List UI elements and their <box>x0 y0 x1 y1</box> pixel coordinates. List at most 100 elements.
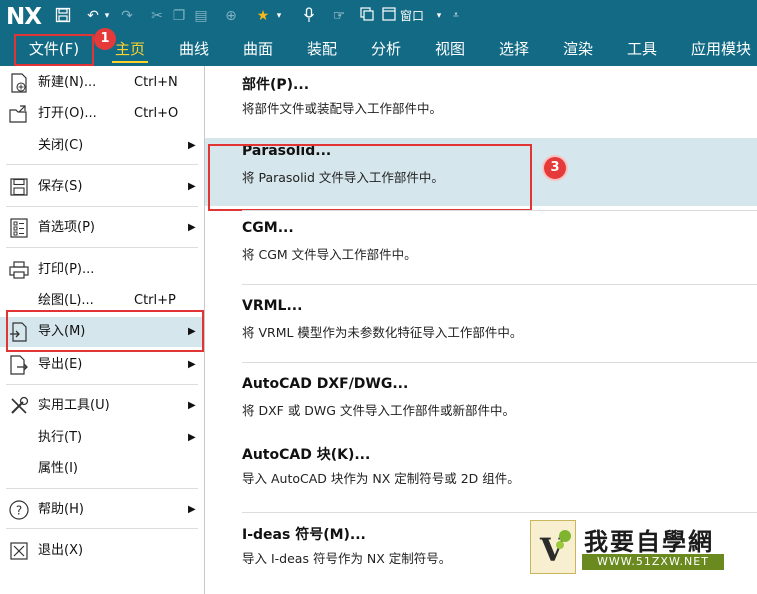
star-dropdown-icon[interactable]: ▾ <box>274 7 284 25</box>
open-folder-icon <box>8 103 30 125</box>
menu-item-print[interactable]: 打印(P)... <box>0 255 204 285</box>
menu-item-label: 帮助(H) <box>38 502 84 517</box>
submenu-arrow-icon: ▶ <box>188 222 196 233</box>
tab-view[interactable]: 视图 <box>432 34 468 66</box>
menu-item-preferences[interactable]: 首选项(P) ▶ <box>0 213 204 243</box>
tab-selection[interactable]: 选择 <box>496 34 532 66</box>
submenu-separator <box>242 512 757 513</box>
touch-mode-icon[interactable]: ☞ <box>330 7 348 25</box>
watermark-text: 我要自學網 <box>584 528 714 556</box>
menu-item-label: 执行(T) <box>38 430 83 445</box>
submenu-arrow-icon: ▶ <box>188 359 196 370</box>
window-icon[interactable] <box>380 7 398 25</box>
tab-tools[interactable]: 工具 <box>624 34 660 66</box>
import-item-cgm[interactable]: CGM... 将 CGM 文件导入工作部件中。 <box>205 212 757 282</box>
app-logo: NX <box>6 4 42 30</box>
redo-icon[interactable]: ↷ <box>118 7 136 25</box>
import-item-autocad-block[interactable]: AutoCAD 块(K)... 导入 AutoCAD 块作为 NX 定制符号或 … <box>205 436 757 504</box>
menu-item-help[interactable]: ? 帮助(H) ▶ <box>0 495 204 525</box>
menu-item-shortcut: Ctrl+P <box>134 293 176 308</box>
import-item-title: VRML... <box>242 298 303 314</box>
import-item-description: 导入 AutoCAD 块作为 NX 定制符号或 2D 组件。 <box>242 471 520 486</box>
import-item-title: CGM... <box>242 220 294 236</box>
menu-item-label: 属性(I) <box>38 461 78 476</box>
copy-icon[interactable]: ❐ <box>170 7 188 25</box>
menu-item-label: 退出(X) <box>38 543 84 558</box>
tab-curve[interactable]: 曲线 <box>176 34 212 66</box>
menu-item-label: 打印(P)... <box>38 262 95 277</box>
menu-item-label: 关闭(C) <box>38 138 84 153</box>
menu-item-export[interactable]: 导出(E) ▶ <box>0 350 204 380</box>
menu-item-new[interactable]: 新建(N)... Ctrl+N <box>0 68 204 98</box>
preferences-icon <box>8 217 30 239</box>
import-item-part[interactable]: 部件(P)... 将部件文件或装配导入工作部件中。 <box>205 66 757 134</box>
menu-separator <box>6 206 198 207</box>
microphone-icon[interactable] <box>300 7 318 25</box>
tab-home-label: 主页 <box>114 40 145 58</box>
new-file-icon <box>8 72 30 94</box>
menu-item-properties[interactable]: 属性(I) <box>0 454 204 484</box>
watermark-url: WWW.51ZXW.NET <box>582 554 724 570</box>
menu-item-shortcut: Ctrl+N <box>134 75 178 90</box>
import-item-description: 将 CGM 文件导入工作部件中。 <box>242 247 417 262</box>
menu-item-label: 实用工具(U) <box>38 398 110 413</box>
import-item-vrml[interactable]: VRML... 将 VRML 模型作为未参数化特征导入工作部件中。 <box>205 290 757 360</box>
save-icon[interactable] <box>54 7 72 25</box>
menu-item-utilities[interactable]: 实用工具(U) ▶ <box>0 391 204 421</box>
submenu-arrow-icon: ▶ <box>188 181 196 192</box>
import-item-title: AutoCAD DXF/DWG... <box>242 376 409 392</box>
favorite-star-icon[interactable]: ★ <box>254 7 272 25</box>
import-item-description: 导入 I-deas 符号作为 NX 定制符号。 <box>242 551 452 566</box>
window-dropdown-icon[interactable]: ▾ <box>434 7 444 25</box>
exit-icon <box>8 540 30 562</box>
tab-assembly[interactable]: 装配 <box>304 34 340 66</box>
tab-surface[interactable]: 曲面 <box>240 34 276 66</box>
import-item-title: I-deas 符号(M)... <box>242 527 366 543</box>
tab-file[interactable]: 文件(F) <box>14 34 94 66</box>
menu-item-label: 首选项(P) <box>38 220 95 235</box>
customize-toolbar-icon[interactable]: ⩡ <box>450 7 462 25</box>
menu-separator <box>6 488 198 489</box>
menu-item-save[interactable]: 保存(S) ▶ <box>0 172 204 202</box>
menu-item-open[interactable]: 打开(O)... Ctrl+O <box>0 99 204 129</box>
tab-application[interactable]: 应用模块 <box>686 34 756 66</box>
help-icon: ? <box>8 499 30 521</box>
active-tab-underline <box>112 61 148 63</box>
menu-item-close[interactable]: 关闭(C) ▶ <box>0 131 204 161</box>
undo-icon[interactable]: ↶ <box>84 7 102 25</box>
watermark-emblem: V <box>530 520 576 574</box>
import-item-autocad-dxf[interactable]: AutoCAD DXF/DWG... 将 DXF 或 DWG 文件导入工作部件或… <box>205 368 757 434</box>
repeat-command-icon[interactable]: ⊕ <box>222 7 240 25</box>
submenu-arrow-icon: ▶ <box>188 400 196 411</box>
menu-separator <box>6 247 198 248</box>
window-switch-icon[interactable] <box>358 7 376 25</box>
import-item-description: 将部件文件或装配导入工作部件中。 <box>242 101 443 116</box>
import-item-description: 将 VRML 模型作为未参数化特征导入工作部件中。 <box>242 325 523 340</box>
tab-analysis[interactable]: 分析 <box>368 34 404 66</box>
menu-item-exit[interactable]: 退出(X) <box>0 536 204 566</box>
menu-item-shortcut: Ctrl+O <box>134 106 179 121</box>
watermark-logo: V 我要自學網 WWW.51ZXW.NET <box>530 520 726 574</box>
export-icon <box>8 354 30 376</box>
quick-access-toolbar: NX ↶ ▾ ↷ ✂ ❐ ▤ ⊕ ★ ▾ ☞ 窗口 ▾ ⩡ <box>0 0 757 32</box>
tab-render[interactable]: 渲染 <box>560 34 596 66</box>
tools-icon <box>8 395 30 417</box>
highlight-box-parasolid <box>208 144 532 211</box>
window-menu-label[interactable]: 窗口 <box>400 8 424 24</box>
step-badge-3: 3 <box>544 157 566 179</box>
menu-item-label: 导出(E) <box>38 357 83 372</box>
menu-item-label: 新建(N)... <box>38 75 97 90</box>
import-item-title: AutoCAD 块(K)... <box>242 447 371 463</box>
highlight-box-import <box>6 310 204 352</box>
import-item-description: 将 DXF 或 DWG 文件导入工作部件或新部件中。 <box>242 403 515 418</box>
paste-icon[interactable]: ▤ <box>192 7 210 25</box>
submenu-arrow-icon: ▶ <box>188 432 196 443</box>
import-item-title: 部件(P)... <box>242 77 310 93</box>
menu-item-execute[interactable]: 执行(T) ▶ <box>0 423 204 453</box>
menu-separator <box>6 164 198 165</box>
tab-home[interactable]: 主页 <box>112 34 148 66</box>
step-badge-1: 1 <box>94 28 116 50</box>
cut-icon[interactable]: ✂ <box>148 7 166 25</box>
undo-dropdown-icon[interactable]: ▾ <box>102 7 112 25</box>
submenu-separator <box>242 210 757 211</box>
